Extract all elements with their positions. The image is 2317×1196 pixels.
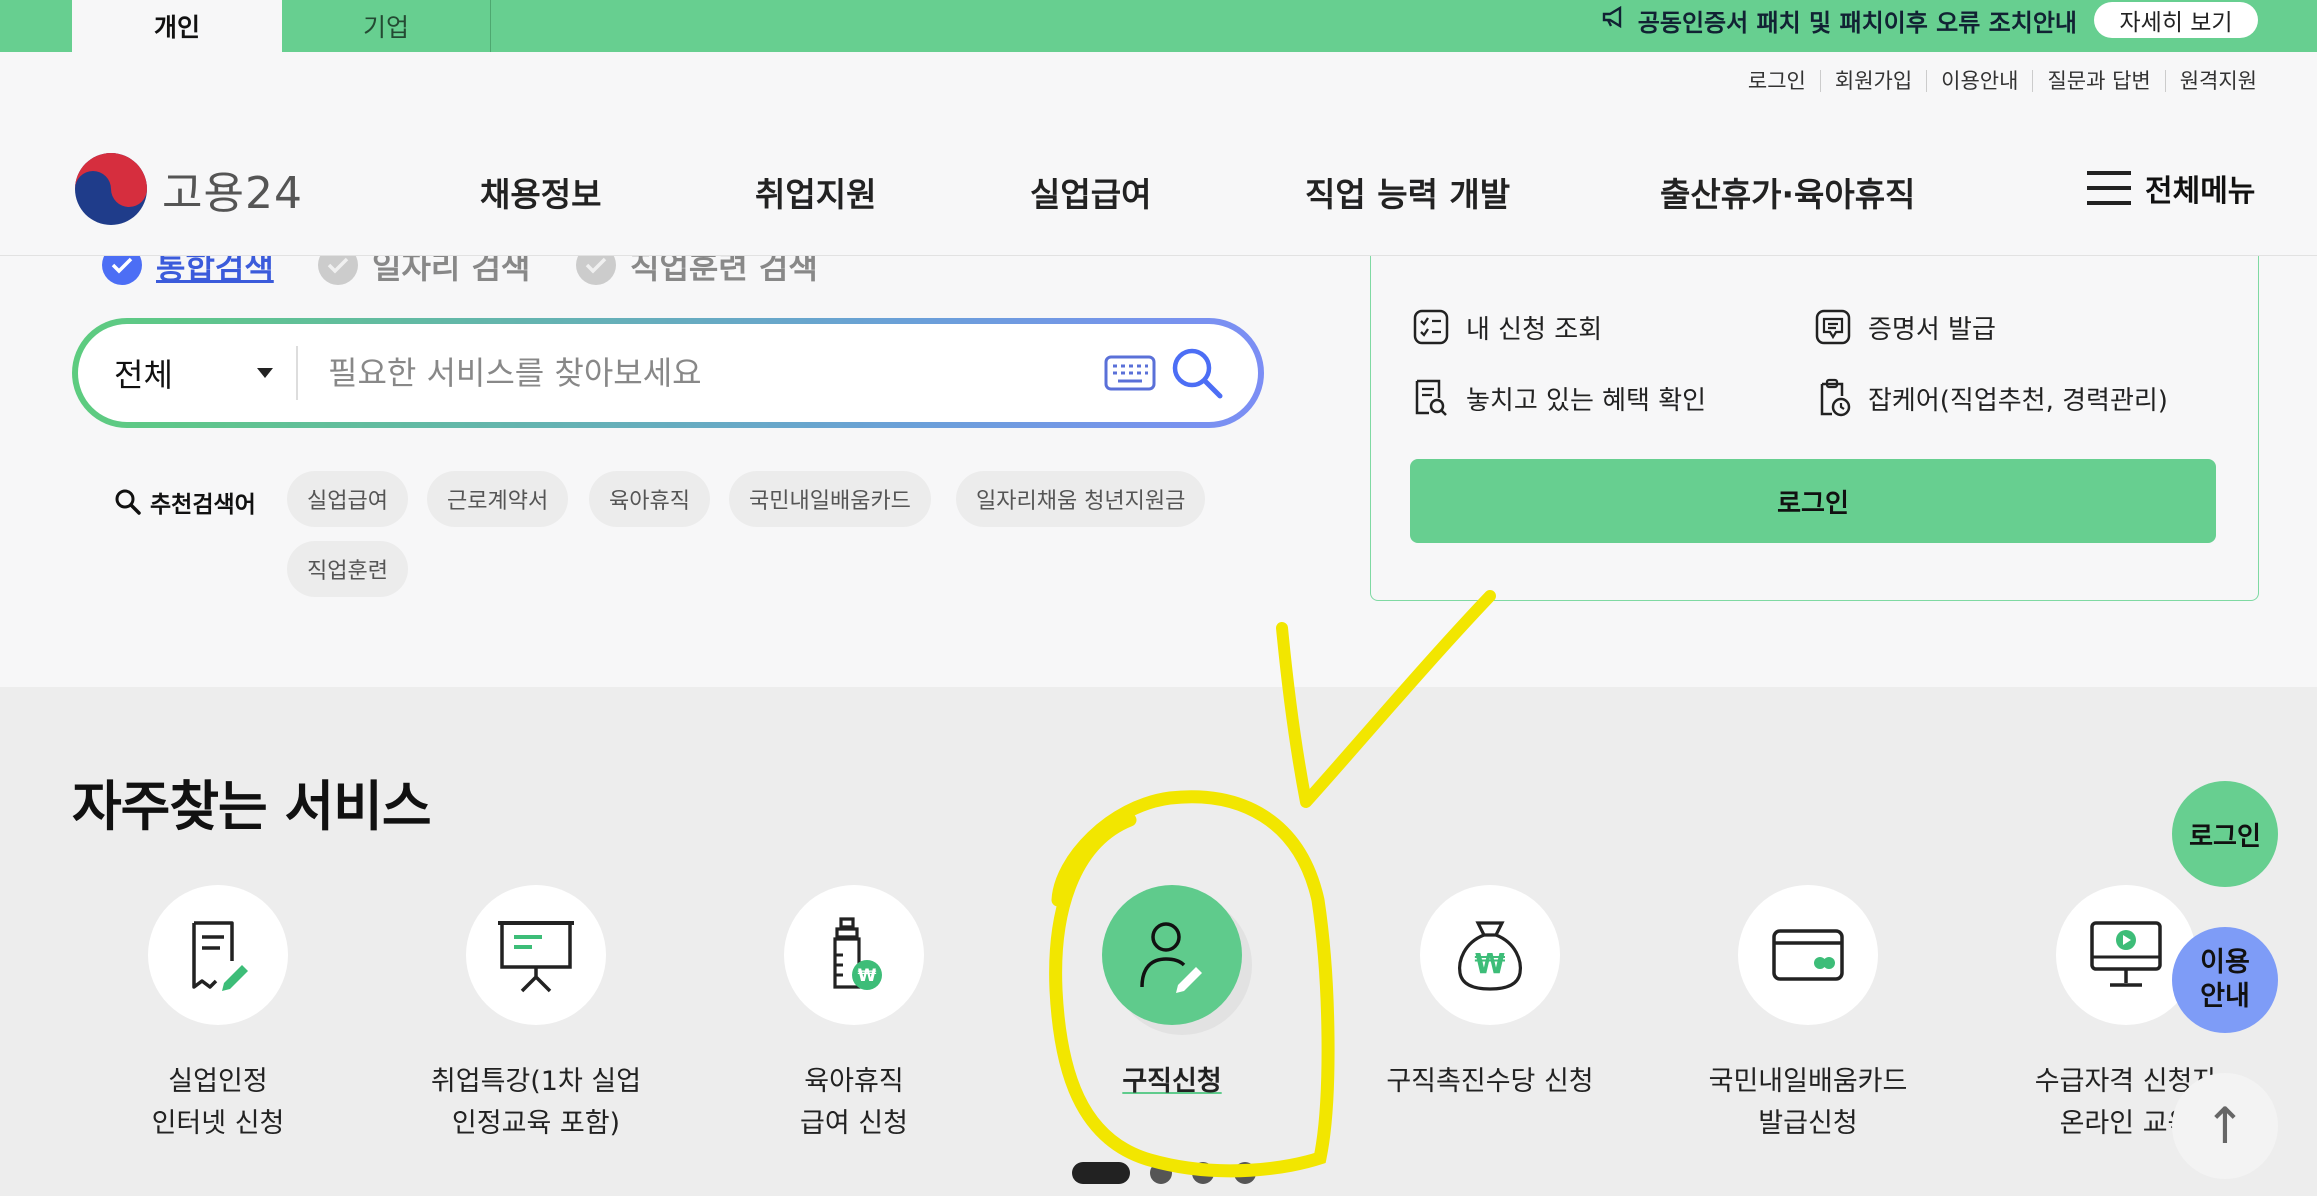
notice-text: 공동인증서 패치 및 패치이후 오류 조치안내 (1637, 8, 2077, 37)
keyword-chip[interactable]: 실업급여 (287, 471, 408, 527)
tab-corporate[interactable]: 기업 (282, 0, 491, 52)
service-job-application[interactable]: 구직신청 (1032, 885, 1312, 1103)
keyword-chip[interactable]: 국민내일배움카드 (729, 471, 931, 527)
benefit-check-link[interactable]: 놓치고 있는 혜택 확인 (1412, 378, 1706, 418)
carousel-dot[interactable] (1234, 1162, 1256, 1184)
baby-bottle-icon: ₩ (784, 885, 924, 1025)
header (0, 116, 2317, 256)
nav-unemployment-benefit[interactable]: 실업급여 (1030, 168, 1151, 216)
hamburger-icon (2087, 171, 2131, 205)
keyboard-icon[interactable] (1104, 355, 1156, 391)
search-icon (115, 489, 141, 515)
util-qna-link[interactable]: 질문과 답변 (2033, 70, 2166, 92)
nav-recruit[interactable]: 채용정보 (480, 168, 601, 216)
carousel-dot-active[interactable] (1072, 1162, 1130, 1184)
recommend-label: 추천검색어 (114, 485, 256, 519)
floating-guide-button[interactable]: 이용 안내 (2172, 927, 2278, 1033)
clipboard-clock-icon (1820, 378, 1851, 417)
logo-text: 고용24 (162, 168, 303, 219)
util-signup-link[interactable]: 회원가입 (1821, 70, 1928, 92)
monitor-play-icon (2056, 885, 2196, 1025)
login-panel (1370, 255, 2259, 601)
carousel-dot[interactable] (1150, 1162, 1172, 1184)
search-category-select[interactable]: 전체 (78, 346, 298, 400)
caret-down-icon (257, 368, 273, 378)
all-menu-button[interactable]: 전체메뉴 (2085, 166, 2255, 210)
keyword-chip[interactable]: 근로계약서 (427, 471, 569, 527)
person-pen-icon (1102, 885, 1242, 1025)
service-unemployment-recognition[interactable]: 실업인정 인터넷 신청 (78, 885, 358, 1145)
document-search-icon (1415, 379, 1447, 416)
site-logo[interactable]: 고용24 (74, 152, 303, 226)
svg-text:₩: ₩ (858, 966, 877, 986)
service-employment-lecture[interactable]: 취업특강(1차 실업 인정교육 포함) (396, 885, 676, 1145)
util-remote-link[interactable]: 원격지원 (2166, 70, 2257, 92)
service-parental-leave-benefit[interactable]: ₩ 육아휴직 급여 신청 (714, 885, 994, 1145)
svg-text:₩: ₩ (1475, 947, 1506, 980)
certificate-link[interactable]: 증명서 발급 (1814, 308, 1996, 346)
keyword-chip[interactable]: 일자리채움 청년지원금 (956, 471, 1206, 527)
login-button[interactable]: 로그인 (1410, 459, 2216, 543)
section-title: 자주찾는 서비스 (72, 775, 432, 838)
nav-parental-leave[interactable]: 출산휴가·육아휴직 (1660, 168, 1915, 216)
util-login-link[interactable]: 로그인 (1734, 70, 1821, 92)
search-input[interactable] (298, 353, 1104, 393)
search-box: 전체 (72, 318, 1264, 428)
service-job-promotion-allowance[interactable]: ₩ 구직촉진수당 신청 (1350, 885, 1630, 1103)
search-icon[interactable] (1170, 346, 1224, 400)
keyword-chip[interactable]: 육아휴직 (589, 471, 710, 527)
card-icon (1738, 885, 1878, 1025)
detail-button[interactable]: 자세히 보기 (2094, 2, 2258, 38)
carousel-dot[interactable] (1192, 1162, 1214, 1184)
jobcare-link[interactable]: 잡케어(직업추천, 경력관리) (1814, 378, 2168, 418)
service-training-card[interactable]: 국민내일배움카드 발급신청 (1668, 885, 1948, 1145)
megaphone-icon (1602, 5, 1628, 34)
tab-personal[interactable]: 개인 (72, 0, 282, 52)
scroll-top-button[interactable]: ↑ (2172, 1073, 2278, 1179)
notice-banner[interactable]: 공동인증서 패치 및 패치이후 오류 조치안내 (1602, 0, 2077, 40)
taegeuk-logo-icon (75, 153, 147, 225)
checklist-icon (1413, 309, 1449, 345)
utility-links: 로그인 회원가입 이용안내 질문과 답변 원격지원 (1734, 70, 2257, 92)
util-guide-link[interactable]: 이용안내 (1927, 70, 2034, 92)
document-pen-icon (148, 885, 288, 1025)
money-bag-icon: ₩ (1420, 885, 1560, 1025)
search-inner: 전체 (78, 324, 1258, 422)
certificate-icon (1815, 309, 1851, 345)
floating-login-button[interactable]: 로그인 (2172, 781, 2278, 887)
nav-employment-support[interactable]: 취업지원 (755, 168, 876, 216)
my-application-link[interactable]: 내 신청 조회 (1412, 308, 1602, 346)
nav-skills-development[interactable]: 직업 능력 개발 (1305, 168, 1510, 216)
presentation-board-icon (466, 885, 606, 1025)
keyword-chip[interactable]: 직업훈련 (287, 541, 408, 597)
